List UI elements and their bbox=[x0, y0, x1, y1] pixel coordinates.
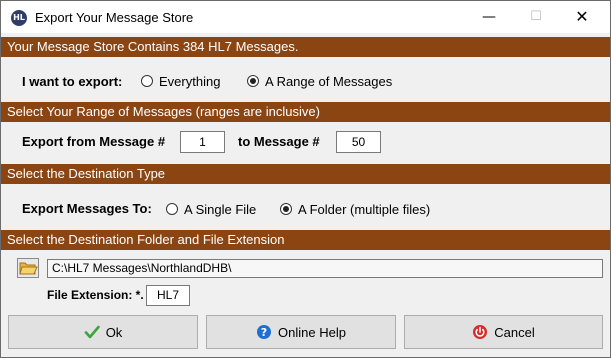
close-button[interactable]: ✕ bbox=[559, 1, 605, 33]
radio-range[interactable] bbox=[247, 75, 259, 87]
app-logo-icon: HL bbox=[11, 10, 27, 26]
export-choice-label: I want to export: bbox=[22, 74, 123, 89]
svg-text:?: ? bbox=[261, 326, 267, 339]
browse-folder-button[interactable] bbox=[17, 258, 39, 278]
radio-range-label[interactable]: A Range of Messages bbox=[265, 74, 392, 89]
cancel-button[interactable]: Cancel bbox=[404, 315, 603, 349]
open-folder-icon bbox=[19, 262, 38, 275]
help-icon: ? bbox=[257, 325, 272, 339]
to-message-label: to Message # bbox=[238, 134, 320, 149]
ok-button[interactable]: Ok bbox=[8, 315, 198, 349]
check-icon bbox=[84, 325, 100, 339]
destination-folder-path[interactable]: C:\HL7 Messages\NorthlandDHB\ bbox=[47, 259, 603, 278]
export-to-label: Export Messages To: bbox=[22, 201, 152, 216]
minimize-button[interactable]: — bbox=[466, 1, 512, 33]
store-info-banner: Your Message Store Contains 384 HL7 Mess… bbox=[1, 37, 610, 57]
radio-single-file-label[interactable]: A Single File bbox=[184, 202, 256, 217]
radio-everything-label[interactable]: Everything bbox=[159, 74, 220, 89]
window-title: Export Your Message Store bbox=[35, 10, 194, 25]
range-section-header: Select Your Range of Messages (ranges ar… bbox=[1, 102, 610, 122]
title-bar: HL Export Your Message Store — ☐ ✕ bbox=[1, 1, 610, 33]
destination-section-header: Select the Destination Type bbox=[1, 164, 610, 184]
export-dialog: HL Export Your Message Store — ☐ ✕ Your … bbox=[0, 0, 611, 358]
radio-folder[interactable] bbox=[280, 203, 292, 215]
online-help-button[interactable]: ? Online Help bbox=[206, 315, 396, 349]
from-message-input[interactable]: 1 bbox=[180, 131, 225, 153]
radio-folder-label[interactable]: A Folder (multiple files) bbox=[298, 202, 430, 217]
maximize-button[interactable]: ☐ bbox=[513, 1, 559, 33]
folder-section-header: Select the Destination Folder and File E… bbox=[1, 230, 610, 250]
to-message-input[interactable]: 50 bbox=[336, 131, 381, 153]
radio-everything[interactable] bbox=[141, 75, 153, 87]
file-extension-label: File Extension: *. bbox=[47, 288, 144, 302]
radio-single-file[interactable] bbox=[166, 203, 178, 215]
from-message-label: Export from Message # bbox=[22, 134, 166, 149]
online-help-button-label: Online Help bbox=[278, 324, 346, 340]
power-icon bbox=[473, 325, 488, 339]
file-extension-input[interactable]: HL7 bbox=[146, 285, 190, 306]
ok-button-label: Ok bbox=[105, 324, 123, 340]
cancel-button-label: Cancel bbox=[494, 324, 535, 340]
